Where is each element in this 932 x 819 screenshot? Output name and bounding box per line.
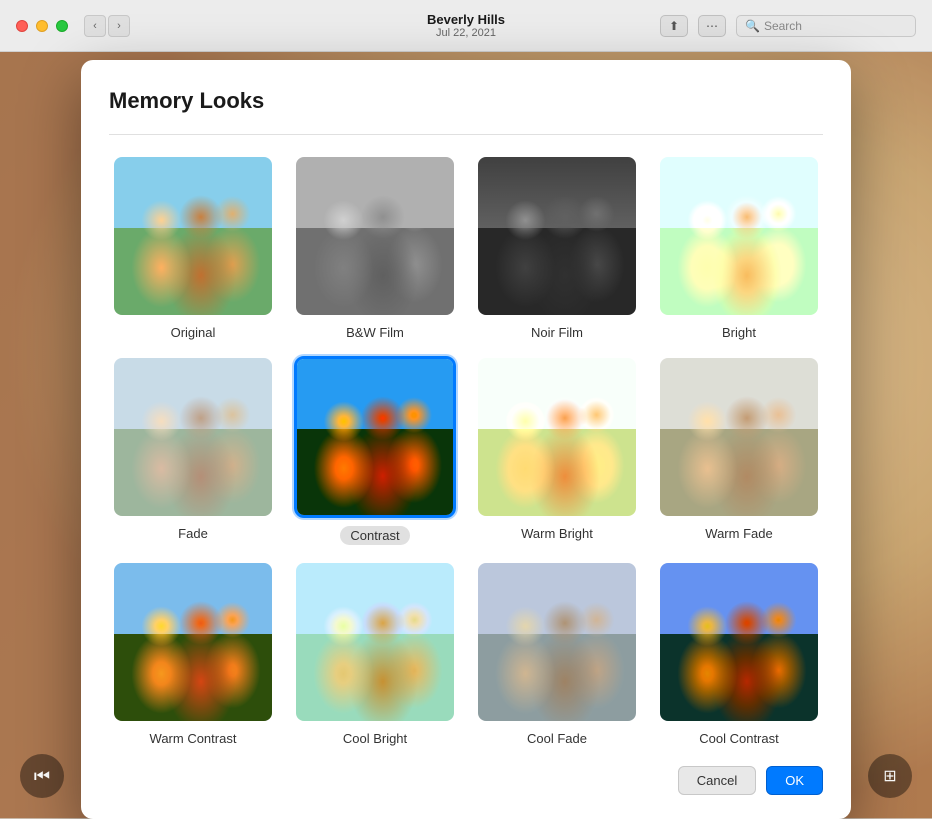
close-button[interactable] [16,20,28,32]
look-label-original: Original [171,325,216,340]
photo-contrast [297,359,453,515]
look-item-warm-fade[interactable]: Warm Fade [655,356,823,545]
look-item-bright[interactable]: Bright [655,155,823,340]
forward-button[interactable]: › [108,15,130,37]
minimize-button[interactable] [36,20,48,32]
cancel-button[interactable]: Cancel [678,766,756,795]
photo-original [114,157,272,315]
maximize-button[interactable] [56,20,68,32]
look-thumbnail-noir-film [476,155,638,317]
look-label-fade: Fade [178,526,208,541]
look-label-cool-fade: Cool Fade [527,731,587,746]
titlebar: ‹ › Beverly Hills Jul 22, 2021 ⬆ ⋯ 🔍 Sea… [0,0,932,52]
titlebar-controls: ⬆ ⋯ 🔍 Search [660,15,916,37]
look-label-warm-bright: Warm Bright [521,526,593,541]
look-item-contrast[interactable]: Contrast [291,356,459,545]
look-label-cool-bright: Cool Bright [343,731,407,746]
photo-cool-contrast [660,563,818,721]
look-item-original[interactable]: Original [109,155,277,340]
look-item-warm-bright[interactable]: Warm Bright [473,356,641,545]
search-bar[interactable]: 🔍 Search [736,15,916,37]
rewind-button[interactable]: ⏮ [20,754,64,798]
look-thumbnail-bw-film [294,155,456,317]
look-thumbnail-contrast [294,356,456,518]
look-thumbnail-warm-fade [658,356,820,518]
look-thumbnail-warm-contrast [112,561,274,723]
look-thumbnail-original [112,155,274,317]
looks-grid: Original B&W Film Noir Film Bright [109,155,823,746]
back-button[interactable]: ‹ [84,15,106,37]
look-item-fade[interactable]: Fade [109,356,277,545]
look-label-noir-film: Noir Film [531,325,583,340]
dialog-title: Memory Looks [109,88,823,114]
photo-bw [296,157,454,315]
look-thumbnail-cool-contrast [658,561,820,723]
nav-arrows: ‹ › [84,15,130,37]
photo-warm-bright [478,358,636,516]
ok-button[interactable]: OK [766,766,823,795]
look-thumbnail-bright [658,155,820,317]
look-label-warm-fade: Warm Fade [705,526,772,541]
look-thumbnail-fade [112,356,274,518]
look-label-cool-contrast: Cool Contrast [699,731,778,746]
action-button[interactable]: ⋯ [698,15,726,37]
titlebar-title: Beverly Hills [427,12,505,27]
look-label-bw-film: B&W Film [346,325,404,340]
titlebar-center: Beverly Hills Jul 22, 2021 [427,12,505,39]
look-item-warm-contrast[interactable]: Warm Contrast [109,561,277,746]
look-item-bw-film[interactable]: B&W Film [291,155,459,340]
grid-button[interactable]: ⊞ [868,754,912,798]
traffic-lights [16,20,68,32]
photo-cool-bright [296,563,454,721]
search-icon: 🔍 [745,19,760,33]
photo-fade [114,358,272,516]
look-thumbnail-warm-bright [476,356,638,518]
look-item-cool-fade[interactable]: Cool Fade [473,561,641,746]
look-thumbnail-cool-bright [294,561,456,723]
search-placeholder: Search [764,19,802,33]
look-label-warm-contrast: Warm Contrast [150,731,237,746]
look-item-noir-film[interactable]: Noir Film [473,155,641,340]
dialog-footer: Cancel OK [109,766,823,795]
memory-looks-dialog: Memory Looks Original B&W Film Noir Film [81,60,851,819]
dialog-separator [109,134,823,135]
titlebar-subtitle: Jul 22, 2021 [427,27,505,39]
share-button[interactable]: ⬆ [660,15,688,37]
look-item-cool-contrast[interactable]: Cool Contrast [655,561,823,746]
look-item-cool-bright[interactable]: Cool Bright [291,561,459,746]
photo-bright [660,157,818,315]
photo-warm-contrast [114,563,272,721]
look-label-bright: Bright [722,325,756,340]
photo-cool-fade [478,563,636,721]
look-thumbnail-cool-fade [476,561,638,723]
look-label-contrast: Contrast [340,526,409,545]
photo-noir [478,157,636,315]
photo-warm-fade [660,358,818,516]
